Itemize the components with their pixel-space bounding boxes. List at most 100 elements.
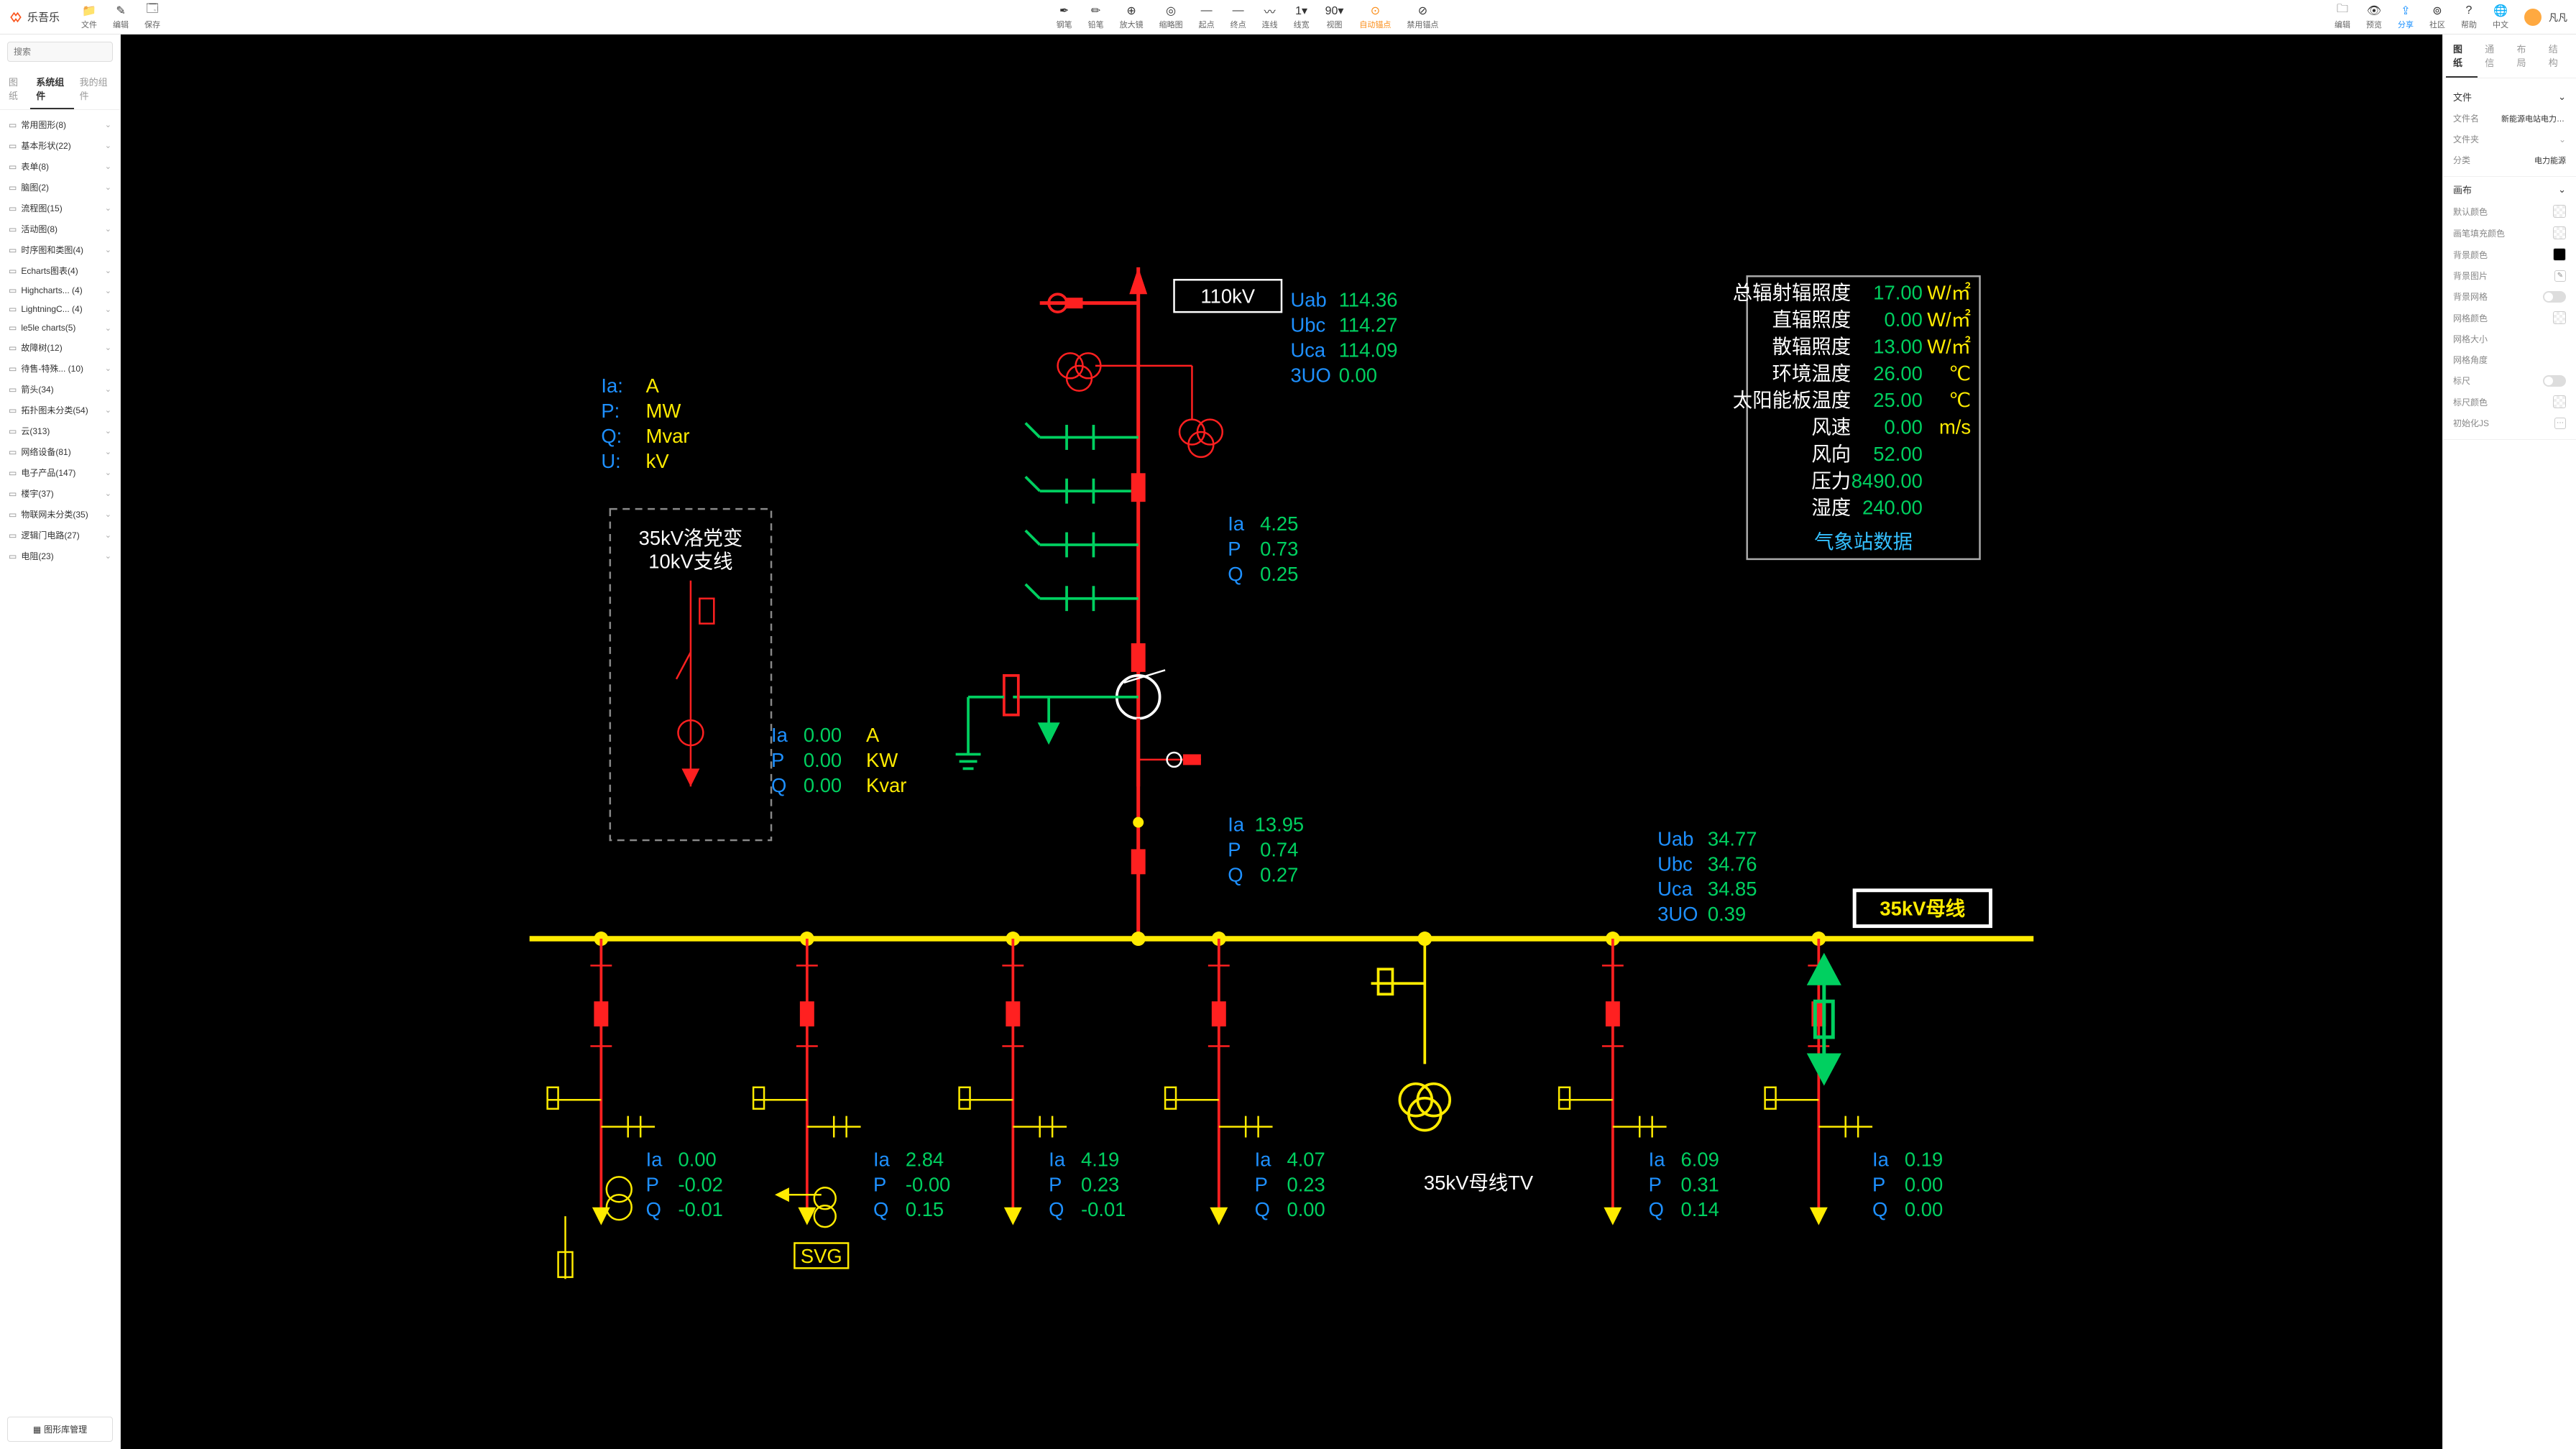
tree-item[interactable]: ▭电阻(23)⌄	[0, 546, 120, 566]
tree-item[interactable]: ▭云(313)⌄	[0, 420, 120, 441]
tool-编辑[interactable]: ✎编辑	[106, 1, 136, 33]
tool-保存[interactable]: 🗔保存	[137, 1, 167, 33]
svg-text:0.00: 0.00	[1905, 1173, 1943, 1195]
tree-item[interactable]: ▭箭头(34)⌄	[0, 379, 120, 400]
tool-自动锚点[interactable]: ⊙自动锚点	[1352, 1, 1398, 33]
svg-text:m/s: m/s	[1939, 416, 1971, 438]
chevron-down-icon: ⌄	[105, 245, 111, 254]
rtab-structure[interactable]: 结构	[2542, 34, 2573, 78]
rtab-drawing[interactable]: 图纸	[2446, 34, 2478, 78]
bg-grid-toggle[interactable]	[2543, 291, 2566, 303]
manage-library-button[interactable]: ▦ 图形库管理	[7, 1417, 113, 1442]
tab-my-components[interactable]: 我的组件	[74, 69, 117, 109]
tool-缩略图[interactable]: ◎缩略图	[1152, 1, 1190, 33]
svg-text:25.00: 25.00	[1873, 389, 1923, 411]
grid-icon: ▦	[33, 1425, 41, 1435]
tree-item[interactable]: ▭电子产品(147)⌄	[0, 462, 120, 483]
folder-icon: ▭	[9, 266, 17, 276]
tool-起点[interactable]: —起点	[1192, 1, 1222, 33]
tool-分享[interactable]: ⇪分享	[2391, 1, 2421, 33]
tool-禁用锚点[interactable]: ⊘禁用锚点	[1399, 1, 1445, 33]
tree-item[interactable]: ▭待售-特殊... (10)⌄	[0, 358, 120, 379]
tree-item[interactable]: ▭网络设备(81)⌄	[0, 441, 120, 462]
ruler-toggle[interactable]	[2543, 375, 2566, 387]
svg-text:P: P	[873, 1173, 886, 1195]
tree-item[interactable]: ▭楼宇(37)⌄	[0, 483, 120, 504]
search-input[interactable]	[7, 42, 113, 62]
tab-system-components[interactable]: 系统组件	[30, 69, 73, 109]
tree-item[interactable]: ▭活动图(8)⌄	[0, 218, 120, 239]
svg-text:Uab: Uab	[1290, 289, 1326, 311]
bg-image-edit[interactable]: ✎	[2554, 270, 2566, 282]
svg-text:3UO: 3UO	[1290, 364, 1330, 386]
folder-icon: ▭	[9, 245, 17, 255]
tree-item[interactable]: ▭脑图(2)⌄	[0, 177, 120, 198]
filename-value[interactable]: 新能源电站电力SC.	[2501, 113, 2566, 124]
svg-text:-0.01: -0.01	[678, 1198, 722, 1220]
tool-视图[interactable]: 90▾视图	[1318, 1, 1351, 33]
tree-item[interactable]: ▭LightningC... (4)⌄	[0, 300, 120, 318]
tree-item[interactable]: ▭流程图(15)⌄	[0, 198, 120, 218]
tool-编辑[interactable]: 🗀编辑	[2327, 1, 2358, 33]
brand-logo: 乐吾乐	[9, 9, 60, 24]
tree-item[interactable]: ▭物联网未分类(35)⌄	[0, 504, 120, 525]
tool-连线[interactable]: 〰连线	[1255, 1, 1285, 33]
folder-icon: ▭	[9, 447, 17, 457]
bg-color-swatch[interactable]	[2553, 248, 2566, 261]
folder-icon: ▭	[9, 323, 17, 333]
svg-text:KW: KW	[866, 749, 898, 771]
svg-text:Ia:: Ia:	[601, 374, 622, 397]
svg-text:气象站数据: 气象站数据	[1814, 530, 1913, 553]
tool-icon: 〰	[1264, 4, 1276, 17]
init-js-edit[interactable]: ⋯	[2554, 418, 2566, 429]
category-value[interactable]: 电力能源	[2534, 155, 2566, 166]
tree-item[interactable]: ▭Highcharts... (4)⌄	[0, 281, 120, 300]
chevron-down-icon[interactable]: ⌄	[2558, 184, 2566, 196]
grid-color-swatch[interactable]	[2553, 311, 2566, 324]
tool-钢笔[interactable]: ✒钢笔	[1049, 1, 1080, 33]
tree-item[interactable]: ▭Echarts图表(4)⌄	[0, 260, 120, 281]
tree-item[interactable]: ▭逻辑门电路(27)⌄	[0, 525, 120, 546]
tool-放大镜[interactable]: ⊕放大镜	[1113, 1, 1151, 33]
tool-终点[interactable]: —终点	[1223, 1, 1254, 33]
tree-item[interactable]: ▭常用图形(8)⌄	[0, 114, 120, 135]
chevron-down-icon: ⌄	[105, 323, 111, 333]
tree-item[interactable]: ▭故障树(12)⌄	[0, 337, 120, 358]
tool-帮助[interactable]: ?帮助	[2454, 1, 2484, 33]
folder-icon: ▭	[9, 385, 17, 395]
rtab-layout[interactable]: 布局	[2510, 34, 2542, 78]
tool-铅笔[interactable]: ✏铅笔	[1081, 1, 1111, 33]
ruler-color-swatch[interactable]	[2553, 395, 2566, 408]
component-tree: ▭常用图形(8)⌄▭基本形状(22)⌄▭表单(8)⌄▭脑图(2)⌄▭流程图(15…	[0, 110, 120, 1409]
left-tabs: 图纸 系统组件 我的组件	[0, 69, 120, 110]
chevron-down-icon: ⌄	[105, 364, 111, 373]
svg-text:MW: MW	[646, 400, 681, 422]
folder-icon: ▭	[9, 285, 17, 295]
pen-fill-swatch[interactable]	[2553, 226, 2566, 239]
chevron-down-icon[interactable]: ⌄	[2558, 91, 2566, 103]
tool-社区[interactable]: ⊚社区	[2422, 1, 2452, 33]
tool-预览[interactable]: 👁预览	[2359, 1, 2389, 33]
svg-text:风速: 风速	[1811, 416, 1851, 438]
tree-item[interactable]: ▭拓扑图未分类(54)⌄	[0, 400, 120, 420]
tool-线宽[interactable]: 1▾线宽	[1287, 1, 1317, 33]
svg-text:0.00: 0.00	[1905, 1198, 1943, 1220]
svg-text:Q: Q	[1049, 1198, 1064, 1220]
tool-中文[interactable]: 🌐中文	[2485, 1, 2516, 33]
tree-item[interactable]: ▭le5le charts(5)⌄	[0, 318, 120, 337]
tool-文件[interactable]: 📁文件	[74, 1, 104, 33]
tab-drawings[interactable]: 图纸	[3, 69, 30, 109]
svg-text:13.00: 13.00	[1873, 335, 1923, 357]
tree-item[interactable]: ▭时序图和类图(4)⌄	[0, 239, 120, 260]
default-color-swatch[interactable]	[2553, 205, 2566, 218]
svg-text:4.07: 4.07	[1287, 1148, 1325, 1170]
canvas[interactable]: 110kV	[121, 34, 2442, 1449]
chevron-down-icon: ⌄	[105, 385, 111, 394]
svg-text:Ia: Ia	[873, 1148, 891, 1170]
tree-item[interactable]: ▭表单(8)⌄	[0, 156, 120, 177]
tree-item[interactable]: ▭基本形状(22)⌄	[0, 135, 120, 156]
avatar[interactable]	[2524, 9, 2542, 26]
chevron-down-icon[interactable]: ⌄	[2559, 134, 2566, 144]
rtab-comm[interactable]: 通信	[2478, 34, 2509, 78]
tool-icon: —	[1201, 4, 1213, 17]
